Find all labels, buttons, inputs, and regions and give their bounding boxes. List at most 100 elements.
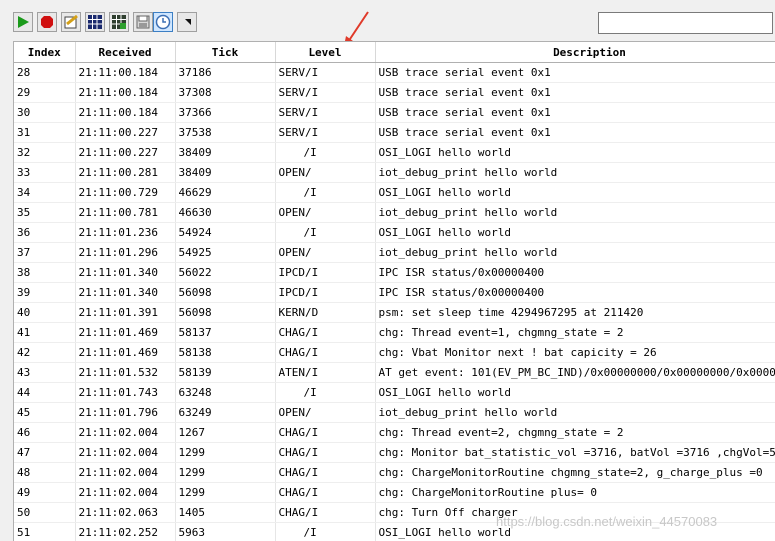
cell-received: 21:11:00.184 [75, 83, 175, 103]
cell-index: 48 [14, 463, 75, 483]
column-header-description[interactable]: Description [375, 42, 775, 63]
log-table[interactable]: Index Received Tick Level Description 28… [13, 41, 775, 541]
cell-tick: 63248 [175, 383, 275, 403]
cell-description: chg: Monitor bat_statistic_vol =3716, ba… [375, 443, 775, 463]
cell-tick: 58138 [175, 343, 275, 363]
cell-level: CHAG/I [275, 443, 375, 463]
cell-tick: 5963 [175, 523, 275, 541]
table-header-row: Index Received Tick Level Description [14, 42, 775, 63]
cell-tick: 1299 [175, 463, 275, 483]
cell-level: /I [275, 223, 375, 243]
table-row[interactable]: 4821:11:02.0041299CHAG/Ichg: ChargeMonit… [14, 463, 775, 483]
search-input[interactable] [598, 12, 773, 34]
cell-level: CHAG/I [275, 503, 375, 523]
cell-tick: 38409 [175, 143, 275, 163]
cell-received: 21:11:00.281 [75, 163, 175, 183]
cell-index: 37 [14, 243, 75, 263]
cell-received: 21:11:01.469 [75, 343, 175, 363]
clock-button[interactable] [153, 12, 173, 32]
grid-filter-button[interactable] [109, 12, 129, 32]
cell-tick: 56098 [175, 303, 275, 323]
table-row[interactable]: 4321:11:01.53258139ATEN/IAT get event: 1… [14, 363, 775, 383]
cell-level: /I [275, 383, 375, 403]
cell-tick: 1267 [175, 423, 275, 443]
cell-tick: 37186 [175, 63, 275, 83]
cell-description: OSI_LOGI hello world [375, 523, 775, 541]
table-row[interactable]: 2921:11:00.18437308SERV/IUSB trace seria… [14, 83, 775, 103]
cell-index: 42 [14, 343, 75, 363]
table-row[interactable]: 4521:11:01.79663249OPEN/iot_debug_print … [14, 403, 775, 423]
cell-received: 21:11:00.729 [75, 183, 175, 203]
cell-level: SERV/I [275, 123, 375, 143]
table-row[interactable]: 5121:11:02.2525963/IOSI_LOGI hello world [14, 523, 775, 541]
cell-index: 36 [14, 223, 75, 243]
clear-button[interactable] [61, 12, 81, 32]
table-row[interactable]: 4221:11:01.46958138CHAG/Ichg: Vbat Monit… [14, 343, 775, 363]
cell-level: CHAG/I [275, 463, 375, 483]
cell-description: USB trace serial event 0x1 [375, 123, 775, 143]
cell-received: 21:11:00.184 [75, 63, 175, 83]
save-icon [136, 15, 150, 29]
cell-description: chg: Turn Off charger [375, 503, 775, 523]
grid-button[interactable] [85, 12, 105, 32]
table-row[interactable]: 2821:11:00.18437186SERV/IUSB trace seria… [14, 63, 775, 83]
table-row[interactable]: 4621:11:02.0041267CHAG/Ichg: Thread even… [14, 423, 775, 443]
cell-description: psm: set sleep time 4294967295 at 211420 [375, 303, 775, 323]
cell-index: 41 [14, 323, 75, 343]
cell-received: 21:11:02.004 [75, 443, 175, 463]
table-row[interactable]: 3621:11:01.23654924/IOSI_LOGI hello worl… [14, 223, 775, 243]
cell-description: iot_debug_print hello world [375, 163, 775, 183]
cell-tick: 56022 [175, 263, 275, 283]
table-row[interactable]: 3721:11:01.29654925OPEN/iot_debug_print … [14, 243, 775, 263]
table-row[interactable]: 3021:11:00.18437366SERV/IUSB trace seria… [14, 103, 775, 123]
table-row[interactable]: 4421:11:01.74363248/IOSI_LOGI hello worl… [14, 383, 775, 403]
column-header-index[interactable]: Index [14, 42, 75, 63]
cell-level: ATEN/I [275, 363, 375, 383]
table-row[interactable]: 3421:11:00.72946629/IOSI_LOGI hello worl… [14, 183, 775, 203]
cell-level: CHAG/I [275, 423, 375, 443]
column-header-level[interactable]: Level [275, 42, 375, 63]
play-icon [16, 15, 30, 29]
table-row[interactable]: 4721:11:02.0041299CHAG/Ichg: Monitor bat… [14, 443, 775, 463]
table-row[interactable]: 3921:11:01.34056098IPCD/IIPC ISR status/… [14, 283, 775, 303]
cell-description: chg: Thread event=2, chgmng_state = 2 [375, 423, 775, 443]
cell-description: USB trace serial event 0x1 [375, 103, 775, 123]
clock-icon [155, 14, 171, 30]
cell-level: /I [275, 523, 375, 541]
pin-icon [180, 15, 194, 29]
column-header-received[interactable]: Received [75, 42, 175, 63]
table-row[interactable]: 3121:11:00.22737538SERV/IUSB trace seria… [14, 123, 775, 143]
cell-tick: 46630 [175, 203, 275, 223]
cell-received: 21:11:02.004 [75, 483, 175, 503]
stop-button[interactable] [37, 12, 57, 32]
save-button[interactable] [133, 12, 153, 32]
table-row[interactable]: 3821:11:01.34056022IPCD/IIPC ISR status/… [14, 263, 775, 283]
cell-description: chg: Vbat Monitor next ! bat capicity = … [375, 343, 775, 363]
cell-description: iot_debug_print hello world [375, 403, 775, 423]
toolbar [0, 0, 775, 40]
cell-description: iot_debug_print hello world [375, 243, 775, 263]
pin-button[interactable] [177, 12, 197, 32]
play-button[interactable] [13, 12, 33, 32]
cell-index: 38 [14, 263, 75, 283]
cell-level: SERV/I [275, 103, 375, 123]
table-row[interactable]: 4921:11:02.0041299CHAG/Ichg: ChargeMonit… [14, 483, 775, 503]
cell-tick: 63249 [175, 403, 275, 423]
cell-level: SERV/I [275, 63, 375, 83]
table-row[interactable]: 3221:11:00.22738409/IOSI_LOGI hello worl… [14, 143, 775, 163]
table-row[interactable]: 3321:11:00.28138409OPEN/iot_debug_print … [14, 163, 775, 183]
cell-level: CHAG/I [275, 323, 375, 343]
cell-description: USB trace serial event 0x1 [375, 83, 775, 103]
cell-received: 21:11:02.004 [75, 423, 175, 443]
table-row[interactable]: 4021:11:01.39156098KERN/Dpsm: set sleep … [14, 303, 775, 323]
table-row[interactable]: 4121:11:01.46958137CHAG/Ichg: Thread eve… [14, 323, 775, 343]
table-row[interactable]: 5021:11:02.0631405CHAG/Ichg: Turn Off ch… [14, 503, 775, 523]
table-row[interactable]: 3521:11:00.78146630OPEN/iot_debug_print … [14, 203, 775, 223]
cell-received: 21:11:00.227 [75, 143, 175, 163]
column-header-tick[interactable]: Tick [175, 42, 275, 63]
cell-index: 35 [14, 203, 75, 223]
cell-index: 43 [14, 363, 75, 383]
cell-index: 47 [14, 443, 75, 463]
cell-received: 21:11:01.296 [75, 243, 175, 263]
cell-index: 51 [14, 523, 75, 541]
